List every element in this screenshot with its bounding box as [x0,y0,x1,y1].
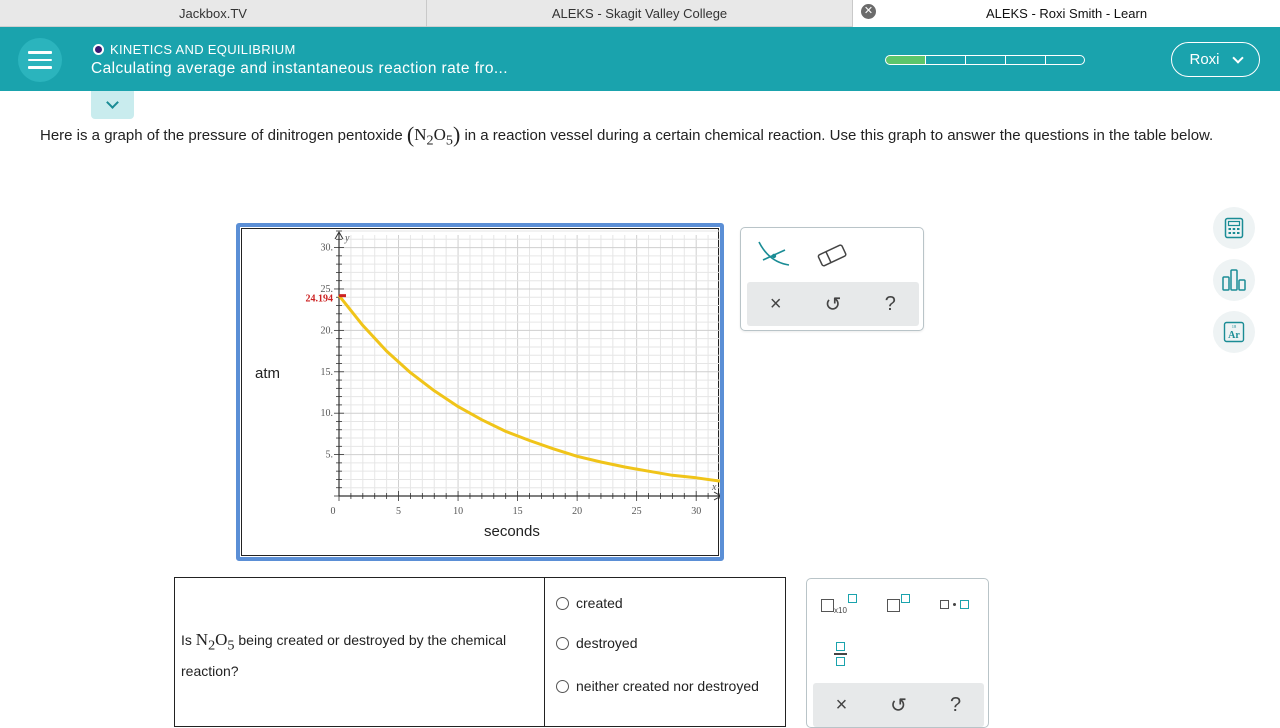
y-axis-letter: y [344,233,350,244]
fraction-button[interactable] [834,642,847,666]
y-axis-title: atm [255,365,281,382]
aleks-header: KINETICS AND EQUILIBRIUM Calculating ave… [0,27,1280,91]
box-icon [940,600,949,609]
y-tick-label: 15. [321,367,334,378]
box-icon [887,599,900,612]
progress-segment [1005,55,1045,65]
data-button[interactable] [1213,259,1255,301]
chevron-down-icon [106,96,119,109]
progress-segment [1045,55,1085,65]
option-label: neither created nor destroyed [576,678,759,694]
topic-label: KINETICS AND EQUILIBRIUM [110,42,296,57]
calculator-icon [1224,217,1244,239]
undo-button[interactable]: ↺ [813,292,853,317]
question-1-text: Is N2O5 being created or destroyed by th… [181,630,507,680]
svg-text:18: 18 [1232,324,1237,329]
close-tab-icon[interactable]: ✕ [861,4,876,19]
box-icon [960,600,969,609]
topic-row: KINETICS AND EQUILIBRIUM [93,42,296,57]
tab-aleks-learn[interactable]: ✕ ALEKS - Roxi Smith - Learn [853,0,1280,27]
box-icon [821,599,834,612]
math-palette-actions: × ↺ ? [813,683,984,727]
question-text: Here is a graph of the pressure of dinit… [40,121,1220,154]
question-cell: Is N2O5 being created or destroyed by th… [174,577,545,727]
x-tick-label: 20 [572,506,582,517]
option-neither[interactable]: neither created nor destroyed [556,678,759,694]
progress-segment [925,55,965,65]
graph-inner-border: 0 5 10 15 20 25 30 5. 10. 15. 20. 25. 30. x y 24.194 [241,228,723,557]
formula-n2o5: N2O5 [414,125,453,149]
formula-n2o5: N2O5 [195,630,235,654]
radio-button[interactable] [556,679,569,693]
y-tick-label: 20. [321,325,334,336]
x-tick-label: 25 [632,506,642,517]
box-icon [836,656,845,666]
close-paren: ) [452,122,461,147]
clear-button[interactable]: × [822,694,862,717]
periodic-table-button[interactable]: Ar 18 [1213,311,1255,353]
x10-label: x10 [834,606,847,615]
tab-label: ALEKS - Roxi Smith - Learn [985,6,1148,21]
x-tick-label: 30 [691,506,701,517]
x-axis-letter: x [711,482,717,493]
radio-button[interactable] [556,596,569,610]
tab-jackbox[interactable]: Jackbox.TV [0,0,427,27]
bar-chart-icon [1222,269,1246,291]
graph-panel[interactable]: 0 5 10 15 20 25 30 5. 10. 15. 20. 25. 30. x y 24.194 [236,223,724,561]
scientific-notation-button[interactable]: x10 [821,594,857,617]
undo-button[interactable]: ↺ [879,693,919,718]
x-axis-title: seconds [484,523,540,540]
help-button[interactable]: ? [870,293,910,316]
x-tick-label: 0 [331,506,336,517]
multiply-button[interactable] [940,600,969,609]
hamburger-menu-icon[interactable] [18,38,62,82]
dot-icon [953,603,956,606]
y-tick-label: 10. [321,408,334,419]
tangent-line-tool-icon[interactable] [755,238,795,272]
clear-button[interactable]: × [756,293,796,316]
eraser-icon[interactable] [815,240,851,270]
exponent-button[interactable] [887,594,910,617]
graph-tool-actions: × ↺ ? [747,282,919,326]
tab-label: Jackbox.TV [179,6,247,21]
option-created[interactable]: created [556,595,623,611]
x-tick-label: 15 [513,506,523,517]
question-intro-part1: Here is a graph of the pressure of dinit… [40,127,403,144]
math-palette: x10 × ↺ ? [806,578,989,728]
y-tick-label: 5. [326,450,334,461]
pressure-time-chart[interactable]: 0 5 10 15 20 25 305.10.15.20.25.30.xy24.194 [242,229,723,557]
x-tick-label: 10 [453,506,463,517]
y-tick-label: 30. [321,243,334,254]
user-name: Roxi [1189,51,1220,68]
progress-bar [885,55,1085,65]
chevron-down-icon [1231,51,1244,64]
box-icon [848,594,857,603]
graph-tool-palette: × ↺ ? [740,227,924,331]
radio-button[interactable] [556,636,569,650]
periodic-table-icon: Ar 18 [1223,321,1245,343]
calculator-button[interactable] [1213,207,1255,249]
progress-segment [885,55,925,65]
question-intro-part2: in a reaction vessel during a certain ch… [464,127,1214,144]
topic-dot-icon [93,44,104,55]
box-icon [836,642,845,651]
x-tick-label: 5 [396,506,401,517]
help-button[interactable]: ? [936,694,976,717]
browser-tab-bar: Jackbox.TV ALEKS - Skagit Valley College… [0,0,1280,27]
user-menu-button[interactable]: Roxi [1171,42,1260,77]
tab-aleks-skagit[interactable]: ALEKS - Skagit Valley College [427,0,853,27]
option-label: created [576,595,623,611]
svg-text:Ar: Ar [1228,330,1240,341]
tab-label: ALEKS - Skagit Valley College [551,6,728,21]
box-icon [901,594,910,603]
lesson-title: Calculating average and instantaneous re… [91,60,508,77]
progress-segment [965,55,1005,65]
fraction-bar [834,653,847,655]
collapse-header-button[interactable] [91,91,134,119]
initial-value-label: 24.194 [306,294,334,305]
options-cell: created destroyed neither created nor de… [544,577,786,727]
option-destroyed[interactable]: destroyed [556,635,637,651]
option-label: destroyed [576,635,638,651]
